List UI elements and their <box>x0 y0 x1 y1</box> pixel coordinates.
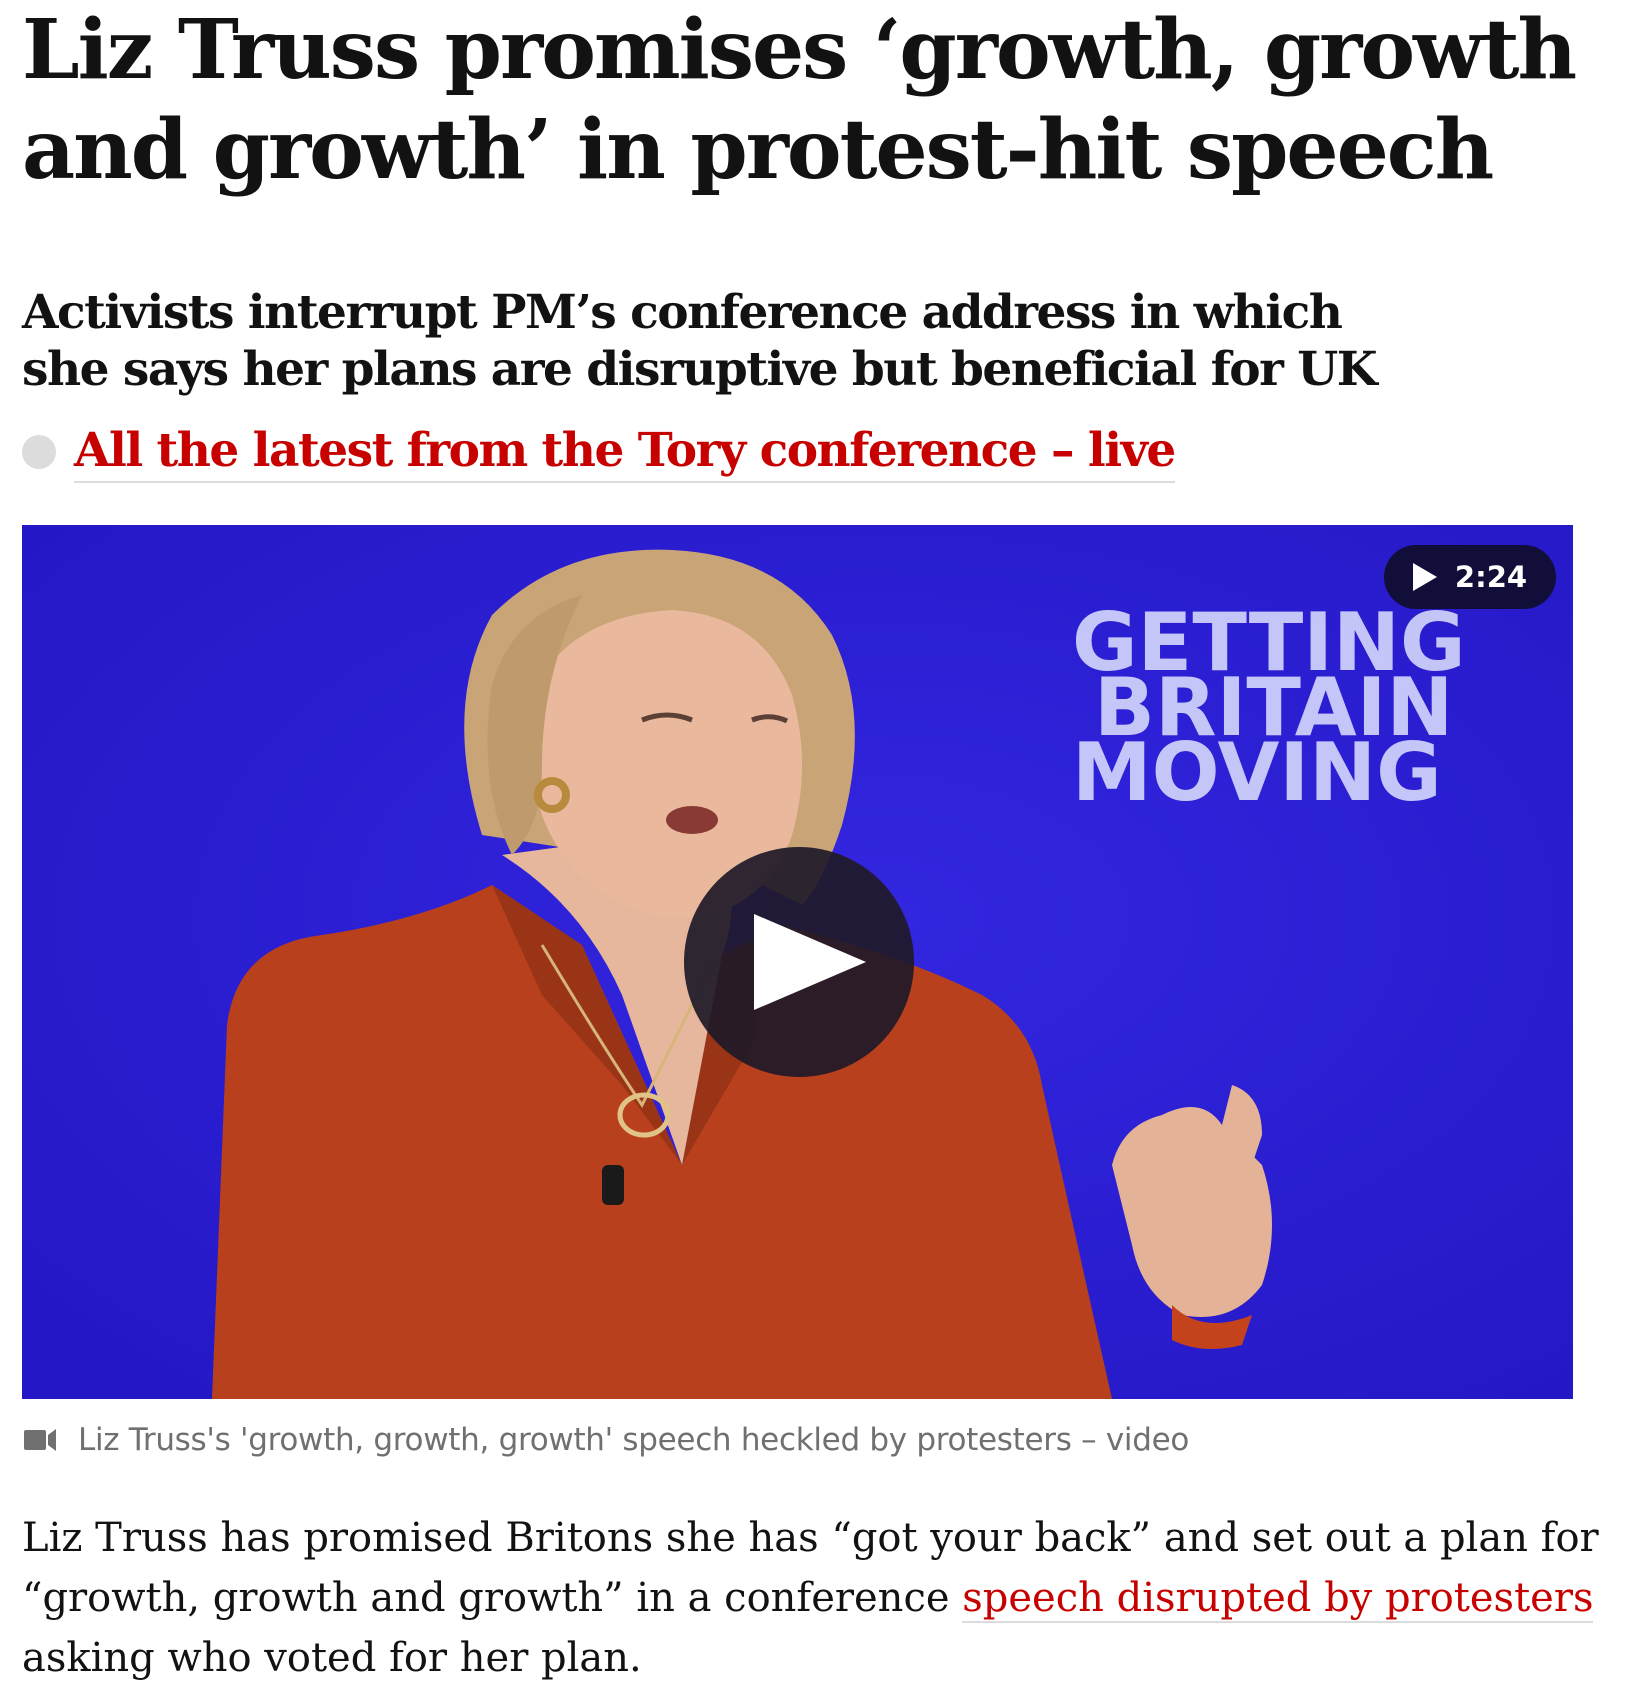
speech-disrupted-link[interactable]: speech disrupted by protesters <box>962 1575 1594 1623</box>
play-large-icon <box>754 914 866 1010</box>
media-caption: Liz Truss's 'growth, growth, growth' spe… <box>22 1418 1189 1462</box>
body-paragraph: Liz Truss has promised Britons she has “… <box>22 1508 1612 1688</box>
video-player[interactable]: GETTING BRITAIN MOVING 2:24 <box>22 525 1573 1399</box>
body-text-end: asking who voted for her plan. <box>22 1635 642 1681</box>
duration-text: 2:24 <box>1454 560 1528 594</box>
play-button[interactable] <box>684 847 914 1077</box>
live-blog-link[interactable]: All the latest from the Tory conference … <box>74 421 1176 483</box>
play-icon <box>1412 563 1437 591</box>
article-standfirst: Activists interrupt PM’s conference addr… <box>22 285 1378 397</box>
video-camera-icon <box>24 1429 56 1451</box>
live-blog-row: All the latest from the Tory conference … <box>22 420 1176 484</box>
caption-text: Liz Truss's 'growth, growth, growth' spe… <box>78 1422 1190 1458</box>
backdrop-line-3: MOVING <box>1072 726 1442 819</box>
duration-badge[interactable]: 2:24 <box>1384 545 1556 609</box>
live-dot-icon <box>22 435 56 469</box>
article-headline: Liz Truss promises ‘growth, growth and g… <box>22 2 1577 198</box>
